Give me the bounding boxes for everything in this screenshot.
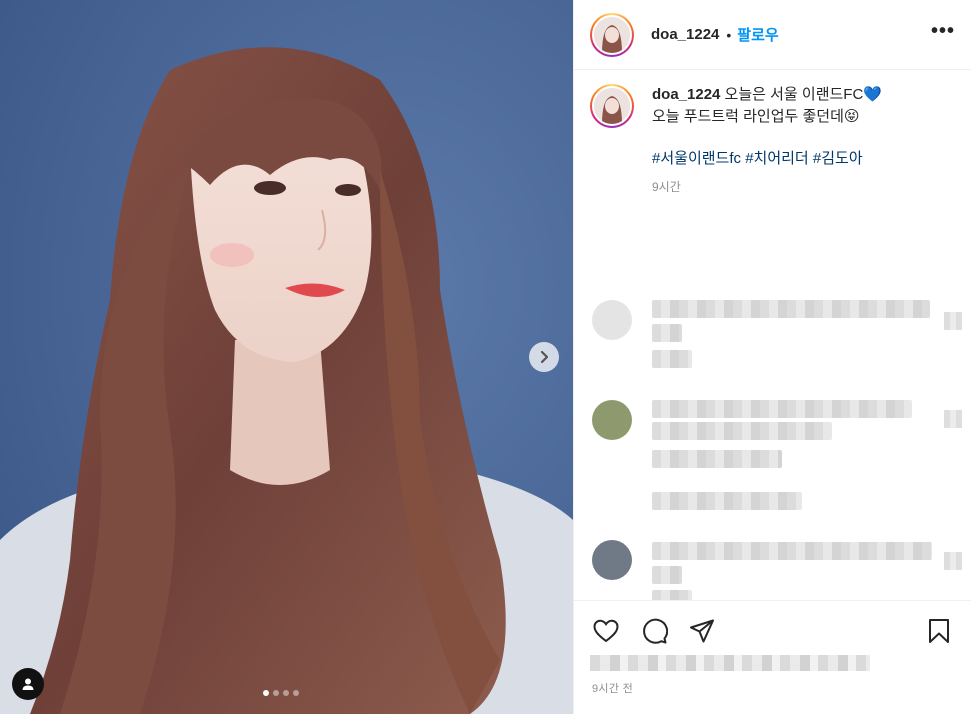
username-link[interactable]: doa_1224 — [651, 26, 719, 43]
comment-text-blurred — [652, 324, 682, 342]
like-button[interactable] — [590, 615, 622, 647]
post-actions: 9시간 전 — [574, 600, 971, 714]
carousel-dot-active — [263, 690, 269, 696]
comment-like-icon[interactable] — [944, 410, 962, 428]
comment-text-blurred — [652, 542, 932, 560]
view-replies-blurred[interactable] — [652, 492, 802, 510]
comment-meta-blurred — [652, 450, 782, 468]
caption-line-1: 오늘은 서울 이랜드FC💙 — [720, 86, 882, 103]
caption-username[interactable]: doa_1224 — [652, 86, 720, 103]
comment-avatar[interactable] — [592, 300, 632, 340]
comment-like-icon[interactable] — [944, 312, 962, 330]
bookmark-icon — [929, 619, 949, 643]
carousel-dot — [273, 690, 279, 696]
post-media[interactable] — [0, 0, 573, 714]
next-image-button[interactable] — [529, 342, 559, 372]
comment-text-blurred — [652, 566, 682, 584]
comment-like-icon[interactable] — [944, 552, 962, 570]
post-photo — [0, 0, 573, 714]
post-side-panel: doa_1224 • 팔로우 ••• doa_1224 오늘은 서울 이랜드FC… — [573, 0, 971, 714]
likes-count-blurred[interactable] — [590, 655, 870, 671]
user-tag-icon — [22, 678, 34, 690]
caption-text: doa_1224 오늘은 서울 이랜드FC💙 오늘 푸드트럭 라인업두 좋던데😝… — [652, 84, 882, 198]
comment-text-blurred — [652, 400, 912, 418]
separator-dot: • — [726, 26, 732, 43]
action-icon-row — [590, 611, 955, 651]
comment-icon — [643, 618, 668, 644]
post-dialog: doa_1224 • 팔로우 ••• doa_1224 오늘은 서울 이랜드FC… — [0, 0, 971, 714]
caption-avatar[interactable] — [590, 84, 634, 128]
heart-icon — [593, 619, 619, 643]
comment-meta-blurred — [652, 350, 692, 368]
more-options-button[interactable]: ••• — [931, 21, 955, 49]
save-button[interactable] — [923, 615, 955, 647]
carousel-dot — [293, 690, 299, 696]
avatar[interactable] — [590, 12, 634, 57]
post-caption: doa_1224 오늘은 서울 이랜드FC💙 오늘 푸드트럭 라인업두 좋던데😝… — [574, 70, 971, 198]
share-icon — [690, 619, 714, 643]
carousel-dot — [283, 690, 289, 696]
comment-text-blurred — [652, 300, 930, 318]
comment-button[interactable] — [638, 615, 670, 647]
avatar-image — [594, 16, 630, 53]
caption-line-2: 오늘 푸드트럭 라인업두 좋던데😝 — [652, 108, 860, 125]
comment-avatar[interactable] — [592, 400, 632, 440]
comment-meta-blurred — [652, 590, 692, 600]
caption-timestamp: 9시간 — [652, 180, 681, 194]
carousel-indicator — [263, 690, 299, 696]
post-timestamp[interactable]: 9시간 전 — [592, 680, 633, 696]
avatar-image — [594, 88, 630, 124]
tagged-users-button[interactable] — [12, 668, 44, 700]
hashtag-link[interactable]: #치어리더 — [745, 150, 809, 167]
hashtag-list: #서울이랜드fc #치어리더 #김도아 — [652, 148, 882, 170]
share-button[interactable] — [686, 615, 718, 647]
hashtag-link[interactable]: #서울이랜드fc — [652, 150, 741, 167]
post-header: doa_1224 • 팔로우 ••• — [574, 0, 971, 70]
chevron-right-icon — [540, 350, 549, 364]
follow-button[interactable]: 팔로우 — [737, 24, 778, 45]
comments-scroll-area[interactable]: doa_1224 오늘은 서울 이랜드FC💙 오늘 푸드트럭 라인업두 좋던데😝… — [574, 70, 971, 600]
comment-text-blurred — [652, 422, 832, 440]
hashtag-link[interactable]: #김도아 — [813, 150, 863, 167]
comment-avatar[interactable] — [592, 540, 632, 580]
